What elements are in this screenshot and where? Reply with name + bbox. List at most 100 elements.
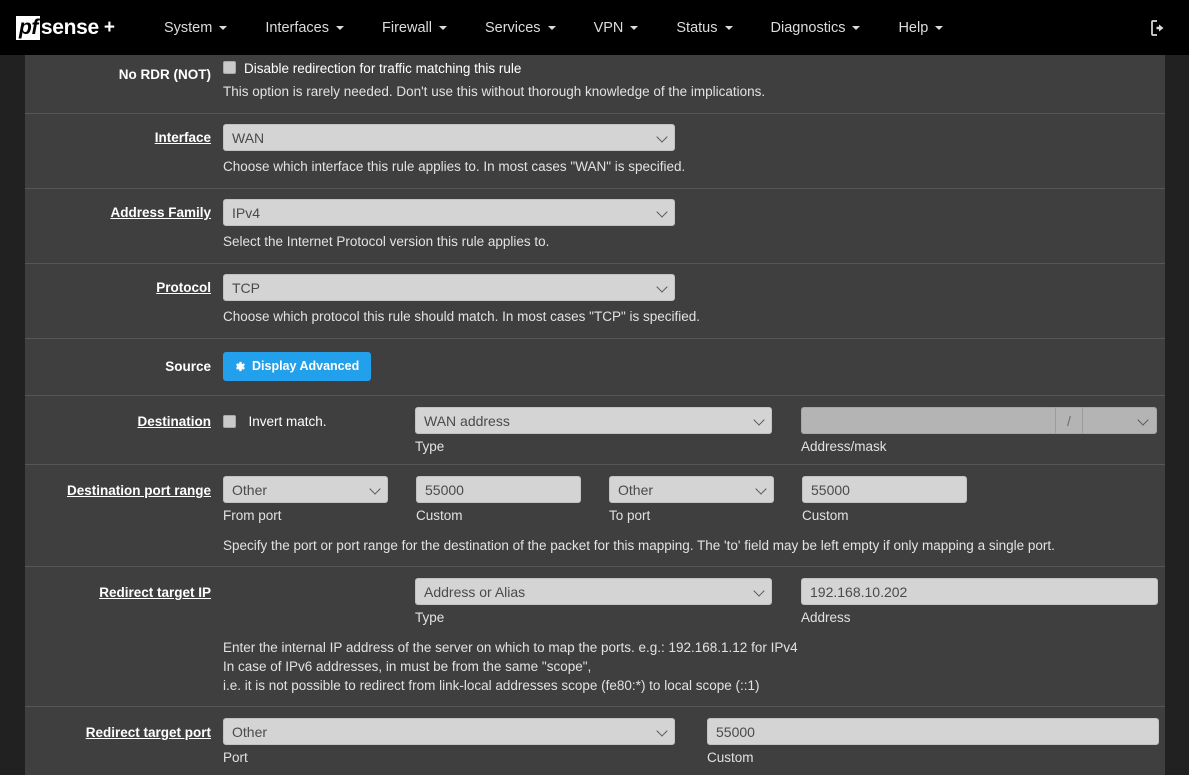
nat-port-forward-form: No RDR (NOT) Disable redirection for tra… [25, 55, 1165, 775]
form-row-destination: Destination Invert match. WAN address Ty… [25, 396, 1165, 465]
protocol-label-col: Protocol [25, 274, 223, 326]
form-row-redirect-target-ip-help: Enter the internal IP address of the ser… [25, 633, 1165, 707]
nav-item-firewall-label: Firewall [382, 19, 432, 36]
from-port-select[interactable]: Other [223, 476, 388, 503]
destination-address-input[interactable] [801, 407, 1055, 434]
from-custom-input[interactable] [416, 476, 581, 503]
chevron-down-icon [724, 25, 733, 30]
interface-select[interactable]: WAN [223, 124, 675, 151]
from-port-sublabel: From port [223, 508, 282, 523]
address-family-field-col: IPv4 Select the Internet Protocol versio… [223, 199, 1165, 251]
nav-item-help[interactable]: Help [879, 0, 962, 55]
nav-item-services-label: Services [484, 19, 541, 36]
interface-label[interactable]: Interface [155, 130, 211, 145]
protocol-label[interactable]: Protocol [156, 280, 211, 295]
display-advanced-button[interactable]: Display Advanced [223, 352, 372, 381]
redirect-target-ip-help-line1: Enter the internal IP address of the ser… [223, 640, 798, 655]
destination-address-sublabel: Address/mask [801, 439, 887, 454]
logout-icon[interactable] [1149, 18, 1169, 38]
form-row-redirect-target-ip: Redirect target IP Address or Alias Type [25, 567, 1165, 633]
redirect-target-port-custom-input[interactable] [707, 718, 1159, 745]
redirect-target-ip-help-line3: i.e. it is not possible to redirect from… [223, 678, 760, 693]
redirect-target-ip-address-input[interactable] [801, 578, 1158, 605]
redirect-target-port-select[interactable]: Other [223, 718, 675, 745]
address-family-label[interactable]: Address Family [110, 205, 211, 220]
redirect-target-port-label[interactable]: Redirect target port [86, 725, 211, 740]
no-rdr-field-col: Disable redirection for traffic matching… [223, 61, 1165, 101]
nav-item-vpn[interactable]: VPN [575, 0, 658, 55]
from-custom-sublabel: Custom [416, 508, 463, 523]
chevron-down-icon [852, 25, 861, 30]
redirect-target-ip-type-group: Address or Alias Type [415, 578, 801, 625]
nav-item-interfaces-label: Interfaces [265, 19, 329, 36]
to-custom-sublabel: Custom [802, 508, 849, 523]
redirect-target-ip-label[interactable]: Redirect target IP [99, 585, 211, 600]
address-family-select[interactable]: IPv4 [223, 199, 675, 226]
nav-item-help-label: Help [898, 19, 929, 36]
nav-item-diagnostics-label: Diagnostics [770, 19, 846, 36]
protocol-select[interactable]: TCP [223, 274, 675, 301]
redirect-target-ip-type-select[interactable]: Address or Alias [415, 578, 772, 605]
to-port-sublabel: To port [609, 508, 651, 523]
to-port-select[interactable]: Other [609, 476, 774, 503]
nav-item-interfaces[interactable]: Interfaces [246, 0, 363, 55]
invert-match-checkbox[interactable] [223, 415, 236, 428]
nav-item-system[interactable]: System [145, 0, 246, 55]
protocol-field-col: TCP Choose which protocol this rule shou… [223, 274, 1165, 326]
gear-icon [236, 361, 245, 371]
interface-help-text: Choose which interface this rule applies… [223, 159, 686, 174]
dpr-help-field-col: Specify the port or port range for the d… [223, 536, 1165, 555]
redirect-target-port-select-wrap: Other [223, 718, 675, 745]
no-rdr-checkbox-line: Disable redirection for traffic matching… [223, 61, 1153, 76]
pfsense-logo[interactable]: pf sense + [16, 15, 115, 40]
no-rdr-checkbox-label: Disable redirection for traffic matching… [244, 61, 522, 76]
destination-mask-select[interactable] [1083, 407, 1157, 434]
form-row-destination-port-range: Destination port range Other From port 5… [25, 465, 1165, 531]
nav-item-status[interactable]: Status [657, 0, 751, 55]
no-rdr-checkbox[interactable] [223, 61, 236, 74]
destination-mask-select-wrap [1083, 407, 1157, 434]
address-family-select-wrap: IPv4 [223, 199, 675, 226]
top-navbar: pf sense + System Interfaces Firewall Serv… [0, 0, 1189, 55]
nav-item-vpn-label: VPN [593, 19, 624, 36]
redirect-target-port-controls: Other Port Custom [223, 718, 1159, 765]
form-row-source: Source Display Advanced [25, 339, 1165, 396]
destination-type-select[interactable]: WAN address [415, 407, 772, 434]
nav-item-status-label: Status [676, 19, 718, 36]
nav-item-firewall[interactable]: Firewall [363, 0, 466, 55]
redirect-target-ip-type-sublabel: Type [415, 610, 445, 625]
destination-port-range-label[interactable]: Destination port range [67, 483, 211, 498]
to-custom-group: Custom [802, 476, 995, 523]
dpr-help-label-col [25, 536, 223, 555]
chevron-down-icon [438, 25, 447, 30]
redirect-target-port-custom-group: Custom [707, 718, 1159, 765]
logo-pf-mark: pf [16, 15, 40, 40]
source-field-col: Display Advanced [223, 352, 1165, 381]
form-row-redirect-target-port: Redirect target port Other Port 55000 Cu… [25, 707, 1165, 773]
destination-type-sublabel: Type [415, 439, 445, 454]
redirect-target-port-port-group: Other Port [223, 718, 707, 765]
nav-item-diagnostics[interactable]: Diagnostics [752, 0, 880, 55]
to-custom-input[interactable] [802, 476, 967, 503]
destination-label[interactable]: Destination [137, 414, 211, 429]
redirect-target-ip-controls: Address or Alias Type Address [223, 578, 1158, 625]
interface-label-col: Interface [25, 124, 223, 176]
chevron-down-icon [630, 25, 639, 30]
nav-menu: System Interfaces Firewall Services VPN … [145, 0, 962, 55]
destination-address-group: / Address/mask [801, 407, 1157, 454]
nav-item-system-label: System [163, 19, 213, 36]
form-row-no-rdr: No RDR (NOT) Disable redirection for tra… [25, 55, 1165, 114]
from-port-group: Other From port [223, 476, 416, 523]
form-row-address-family: Address Family IPv4 Select the Internet … [25, 189, 1165, 264]
chevron-down-icon [935, 25, 944, 30]
nav-item-services[interactable]: Services [466, 0, 575, 55]
destination-type-group: WAN address Type [415, 407, 801, 454]
logo-plus-text: + [103, 17, 115, 38]
redirect-target-ip-address-group: Address [801, 578, 1158, 625]
rti-help-label-col [25, 638, 223, 695]
rti-help-field-col: Enter the internal IP address of the ser… [223, 638, 1165, 695]
logo-sense-text: sense [40, 16, 99, 39]
redirect-target-ip-label-col: Redirect target IP [25, 578, 223, 625]
display-advanced-button-label: Display Advanced [252, 359, 360, 373]
destination-controls: Invert match. WAN address Type / Address… [223, 407, 1157, 454]
